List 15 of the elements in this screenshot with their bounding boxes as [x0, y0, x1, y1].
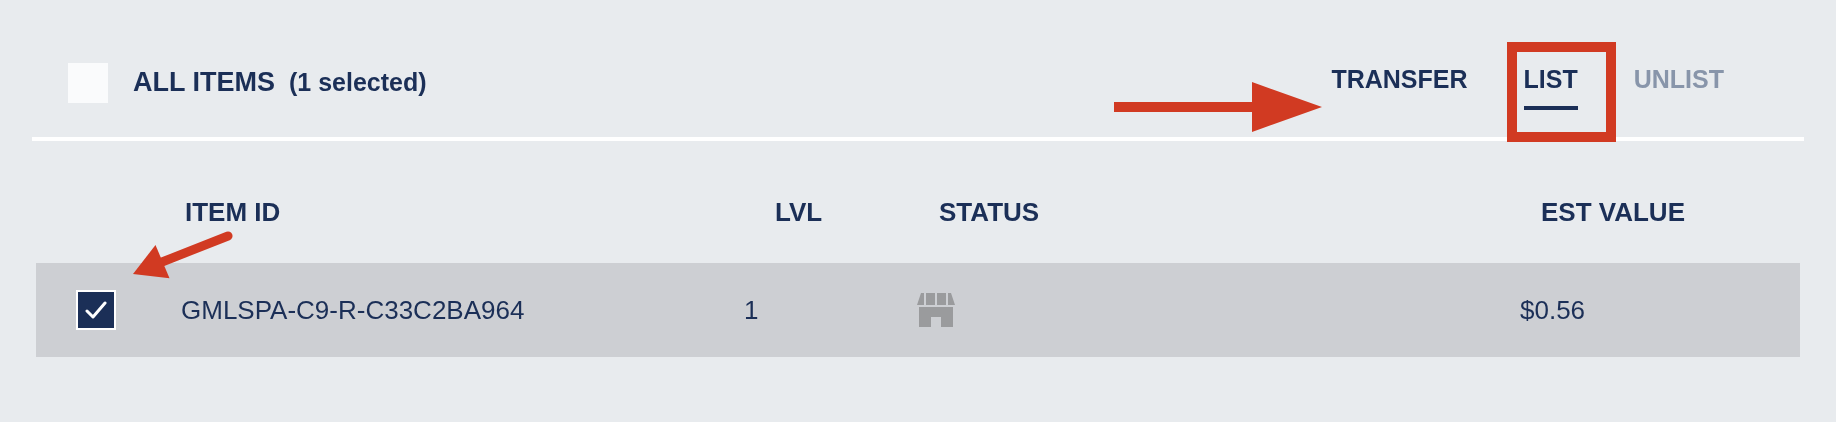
table-cell-text: 1: [744, 293, 760, 327]
store-icon: [915, 291, 957, 329]
column-header: EST VALUE: [1541, 195, 1686, 229]
table-row[interactable]: GMLSPA-C9-R-C33C2BA964 1 $0.56: [36, 263, 1800, 357]
column-header: STATUS: [939, 195, 1041, 229]
selected-count: (1 selected): [289, 66, 427, 98]
action-tab[interactable]: LIST: [1523, 54, 1578, 111]
checkmark-icon: [85, 301, 107, 319]
table-cell-text: $0.56: [1520, 293, 1587, 327]
action-tab[interactable]: TRANSFER: [1331, 54, 1468, 111]
checkbox[interactable]: [76, 290, 116, 330]
column-header: LVL: [775, 195, 824, 229]
column-header: ITEM ID: [185, 195, 282, 229]
table-cell-text: GMLSPA-C9-R-C33C2BA964: [181, 293, 526, 327]
select-all-label: ALL ITEMS: [133, 66, 275, 100]
